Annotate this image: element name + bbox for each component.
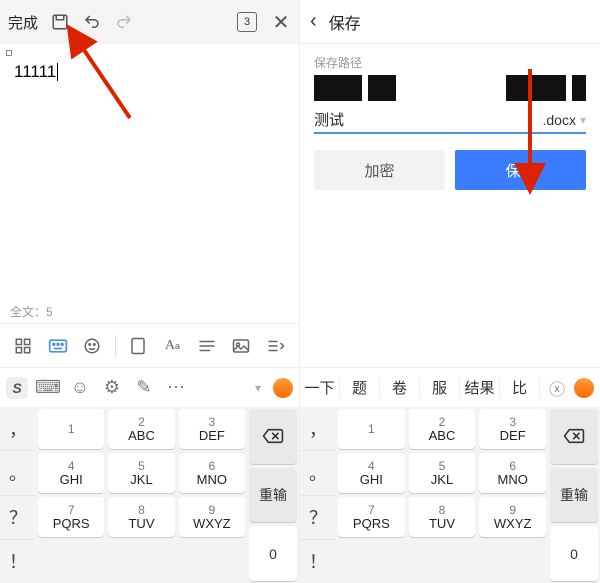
save-button[interactable]: 保存 (455, 150, 586, 190)
voice-icon[interactable] (80, 334, 104, 358)
extension-dropdown-icon[interactable]: ▾ (580, 113, 586, 127)
sym-period[interactable]: 。 (300, 451, 336, 495)
font-icon[interactable]: Aa (160, 334, 184, 358)
more-icon[interactable] (264, 334, 288, 358)
key-4[interactable]: 4GHI (338, 453, 405, 493)
key-5[interactable]: 5JKL (108, 453, 174, 493)
key-6[interactable]: 6MNO (179, 453, 245, 493)
key-3[interactable]: 3DEF (179, 409, 245, 449)
prediction-close-icon[interactable]: ⓧ (540, 376, 574, 400)
prediction-item[interactable]: 一下 (300, 377, 340, 398)
key-2[interactable]: 2ABC (409, 409, 476, 449)
page-icon[interactable] (126, 334, 150, 358)
key-retype[interactable]: 重输 (550, 468, 598, 523)
ime-settings-icon[interactable]: ⚙ (100, 376, 124, 400)
redo-icon[interactable] (114, 12, 134, 32)
key-0[interactable]: 0 (249, 526, 297, 581)
document-text: 11111 (14, 62, 56, 82)
keypad-symbol-column: ， 。 ？ ！ (0, 407, 36, 583)
key-4[interactable]: 4GHI (38, 453, 104, 493)
text-cursor-icon (57, 63, 58, 81)
key-1[interactable]: 1 (338, 409, 405, 449)
key-backspace[interactable] (249, 409, 297, 464)
prediction-item[interactable]: 服 (420, 377, 460, 398)
image-icon[interactable] (229, 334, 253, 358)
editor-pane: 完成 3 ✕ 11111 全文：5 (0, 0, 300, 583)
ime-mascot-icon[interactable] (273, 378, 293, 398)
key-8[interactable]: 8TUV (108, 497, 174, 537)
save-path-label: 保存路径 (314, 54, 586, 71)
sym-question[interactable]: ？ (0, 496, 36, 540)
save-title: 保存 (329, 10, 361, 34)
ime-toolbar: S ⌨ ☺ ⚙ ✎ ⋯ ▾ (0, 367, 299, 407)
sym-comma[interactable]: ， (0, 407, 36, 451)
filename-input[interactable] (314, 111, 539, 128)
key-5[interactable]: 5JKL (409, 453, 476, 493)
key-6[interactable]: 6MNO (479, 453, 546, 493)
keypad-symbol-column: ， 。 ？ ！ (300, 407, 336, 583)
key-retype[interactable]: 重输 (249, 468, 297, 523)
key-1[interactable]: 1 (38, 409, 104, 449)
extension-label: .docx (543, 112, 576, 128)
done-button[interactable]: 完成 (8, 12, 38, 33)
save-icon[interactable] (50, 12, 70, 32)
keyboard-icon[interactable] (46, 334, 70, 358)
key-3[interactable]: 3DEF (479, 409, 546, 449)
key-7[interactable]: 7PQRS (338, 497, 405, 537)
chevron-down-icon[interactable]: ▾ (255, 381, 261, 395)
prediction-item[interactable]: 卷 (380, 377, 420, 398)
encrypt-button[interactable]: 加密 (314, 150, 445, 190)
sym-period[interactable]: 。 (0, 451, 36, 495)
key-7[interactable]: 7PQRS (38, 497, 104, 537)
editor-toolbar: 完成 3 ✕ (0, 0, 299, 44)
keypad: ， 。 ？ ！ 1 2ABC 3DEF 4GHI 5JKL 6MNO 7PQRS… (0, 407, 299, 583)
key-9[interactable]: 9WXYZ (179, 497, 245, 537)
ime-handwrite-icon[interactable]: ✎ (132, 376, 156, 400)
ime-emoji-icon[interactable]: ☺ (68, 376, 92, 400)
save-pane: ‹ 保存 保存路径 .docx ▾ 加密 保存 一下 题 卷 服 结果 比 ⓧ (300, 0, 600, 583)
key-9[interactable]: 9WXYZ (479, 497, 546, 537)
ime-more-icon[interactable]: ⋯ (164, 376, 188, 400)
prediction-item[interactable]: 结果 (460, 377, 500, 398)
ime-logo-icon[interactable]: S (6, 377, 28, 399)
editor-area[interactable]: 11111 (0, 44, 299, 299)
prediction-row: 一下 题 卷 服 结果 比 ⓧ (300, 367, 600, 407)
key-0[interactable]: 0 (550, 526, 598, 581)
word-count-label: 全文：5 (0, 299, 299, 323)
key-2[interactable]: 2ABC (108, 409, 174, 449)
ruler-mark-icon (6, 50, 12, 56)
back-icon[interactable]: ‹ (310, 10, 317, 33)
format-toolbar: Aa (0, 323, 299, 367)
page-indicator[interactable]: 3 (237, 12, 257, 32)
sym-comma[interactable]: ， (300, 407, 336, 451)
undo-icon[interactable] (82, 12, 102, 32)
filename-row: .docx ▾ (314, 111, 586, 134)
save-header: ‹ 保存 (300, 0, 600, 44)
sym-question[interactable]: ？ (300, 496, 336, 540)
ime-mascot-icon[interactable] (574, 378, 594, 398)
close-icon[interactable]: ✕ (271, 12, 291, 32)
keypad: ， 。 ？ ！ 1 2ABC 3DEF 4GHI 5JKL 6MNO 7PQRS… (300, 407, 600, 583)
sym-exclaim[interactable]: ！ (0, 540, 36, 583)
ime-keyboard-icon[interactable]: ⌨ (36, 376, 60, 400)
divider (115, 335, 116, 357)
key-8[interactable]: 8TUV (409, 497, 476, 537)
paragraph-icon[interactable] (195, 334, 219, 358)
apps-icon[interactable] (11, 334, 35, 358)
prediction-item[interactable]: 比 (500, 377, 540, 398)
prediction-item[interactable]: 题 (340, 377, 380, 398)
path-preview[interactable] (314, 75, 586, 101)
sym-exclaim[interactable]: ！ (300, 540, 336, 583)
key-backspace[interactable] (550, 409, 598, 464)
